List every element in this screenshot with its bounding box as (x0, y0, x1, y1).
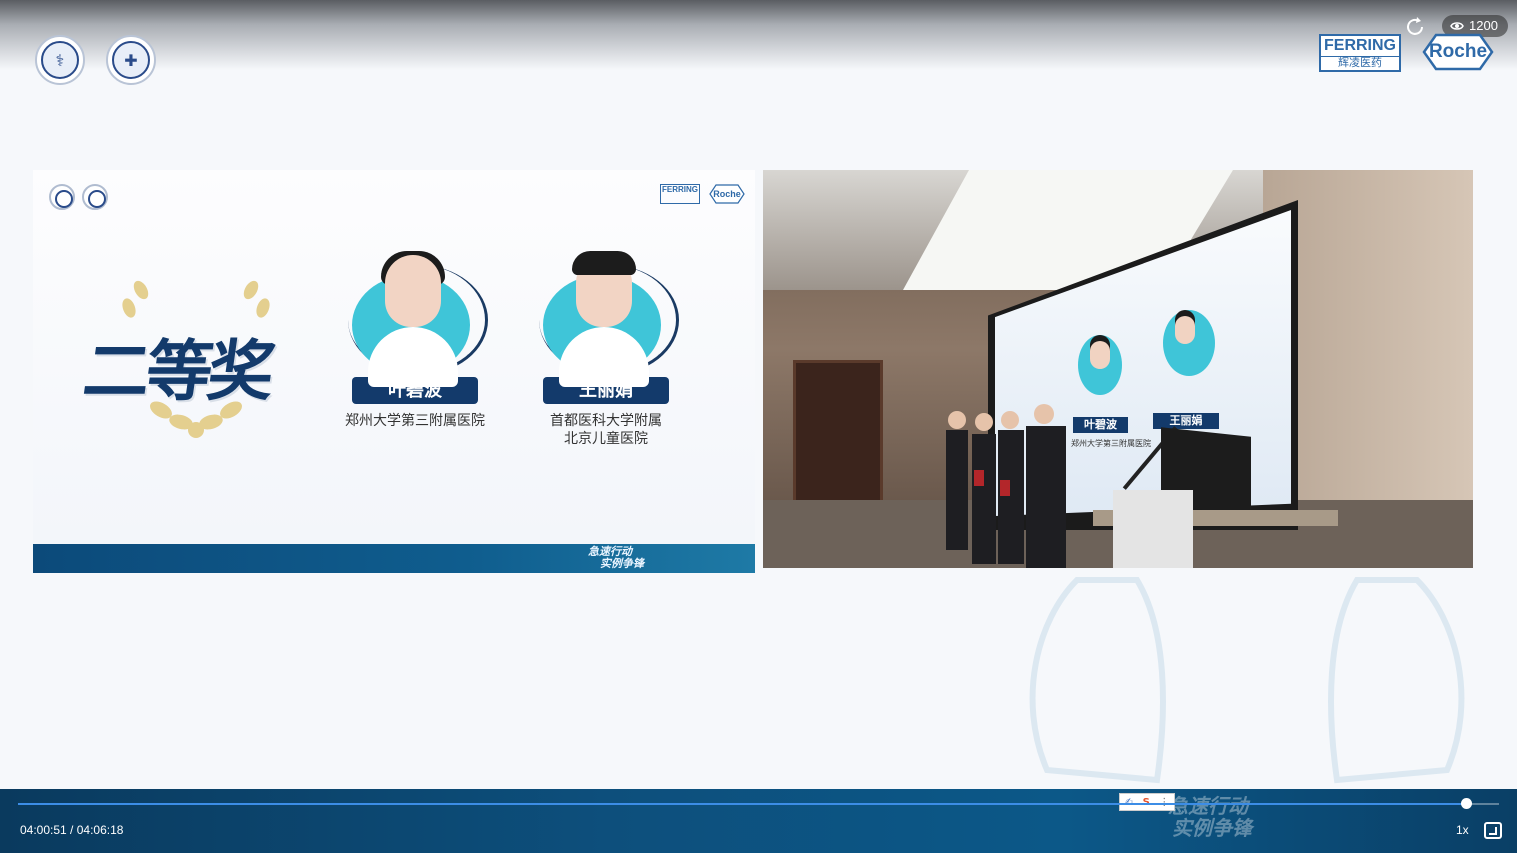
ime-keyboard-icon[interactable]: ✍ (1125, 797, 1133, 808)
podium (1113, 490, 1193, 568)
ime-sogou-icon[interactable]: S (1143, 797, 1150, 808)
ime-more-icon[interactable]: ⋮ (1159, 797, 1169, 808)
slide-logo-2 (82, 184, 108, 210)
slide-roche-logo: Roche (709, 184, 745, 204)
current-time: 04:00:51 (20, 823, 67, 837)
progress-track[interactable] (18, 803, 1499, 805)
lungs-watermark (1029, 577, 1465, 784)
playback-time: 04:00:51 / 04:06:18 (20, 823, 124, 837)
hospital-logo-1: ⚕ (35, 35, 85, 85)
slide-footer-brand: 急速行动 实例争锋 (588, 545, 644, 570)
total-time: 04:06:18 (76, 823, 124, 837)
input-method-toolbar[interactable]: ✍ S ⋮ (1119, 793, 1175, 811)
winner-portrait (531, 251, 681, 387)
presentation-slide: FERRING Roche 二等奖 叶碧波 郑州大学第三附属医院 王丽娟 首都医… (33, 170, 755, 573)
progress-fill (18, 803, 1466, 805)
winner-hospital: 郑州大学第三附属医院 (345, 413, 485, 429)
top-gradient (0, 0, 1517, 70)
award-title: 二等奖 (78, 332, 276, 410)
playback-speed-button[interactable]: 1x (1456, 823, 1469, 837)
hospital-logo-2: ✚ (106, 35, 156, 85)
screen-portrait-2 (1163, 310, 1215, 376)
winner-hospital: 首都医科大学附属 北京儿童医院 (550, 413, 662, 447)
slide-logo-1 (49, 184, 75, 210)
winner-card-1: 叶碧波 郑州大学第三附属医院 (340, 251, 490, 430)
eye-icon (1450, 22, 1464, 30)
live-camera-feed: 叶碧波 郑州大学第三附属医院 王丽娟 (763, 170, 1473, 568)
screen-hospital-1: 郑州大学第三附属医院 (1071, 439, 1151, 448)
slide-ferring-logo: FERRING (660, 184, 700, 204)
ferring-logo: FERRING 辉凌医药 (1319, 34, 1401, 72)
slide-footer-banner: 急速行动 实例争锋 (33, 544, 755, 573)
fullscreen-icon[interactable] (1484, 822, 1502, 839)
winner-portrait (340, 251, 490, 387)
progress-handle[interactable] (1460, 798, 1472, 809)
video-control-bar: 急速行动 实例争锋 ✍ S ⋮ 04:00:51 / 04:06:18 1x (0, 789, 1517, 853)
roche-logo: Roche (1422, 33, 1494, 71)
winner-card-2: 王丽娟 首都医科大学附属 北京儿童医院 (531, 251, 681, 448)
screen-portrait-1 (1078, 335, 1122, 395)
award-recipients-group (946, 404, 1066, 568)
control-bar-brand: 急速行动 实例争锋 (1168, 794, 1252, 840)
screen-name-1: 叶碧波 (1073, 417, 1128, 433)
